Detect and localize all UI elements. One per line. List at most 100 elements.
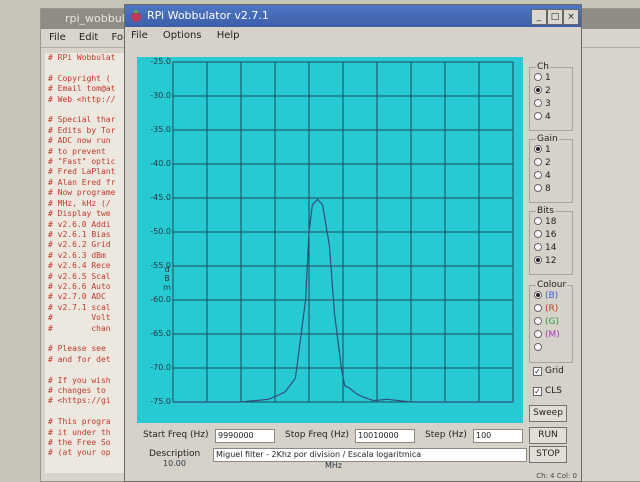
code-line: # the Free So (48, 438, 111, 448)
radio-icon (534, 112, 542, 120)
code-line: # v2.6.1 Bias (48, 229, 111, 239)
source-code-text[interactable]: # RPi Wobbulat # Copyright (# Email tom@… (45, 53, 132, 473)
bits-option-16[interactable]: 16 (534, 229, 556, 242)
step-input[interactable]: 100 (473, 429, 523, 443)
app-titlebar[interactable]: RPi Wobbulator v2.7.1 _ □ × (125, 5, 581, 27)
code-line: # Copyright ( (48, 73, 111, 83)
channel-option-1[interactable]: 1 (534, 72, 551, 85)
code-line: # Please see (48, 344, 106, 354)
radio-selected-icon (534, 256, 542, 264)
radio-icon (534, 317, 542, 325)
code-line: # chan (48, 323, 111, 333)
bg-menu-file[interactable]: File (49, 32, 66, 43)
radio-selected-icon (534, 145, 542, 153)
radio-icon (534, 73, 542, 81)
radio-icon (534, 304, 542, 312)
checkmark-icon: ✓ (533, 387, 542, 396)
bits-option-18[interactable]: 18 (534, 216, 556, 229)
bits-group: Bits 18 16 14 12 (529, 206, 573, 275)
channel-option-3[interactable]: 3 (534, 98, 551, 111)
radio-selected-icon (534, 86, 542, 94)
minimize-button[interactable]: _ (531, 9, 547, 25)
wobbulator-window: RPi Wobbulator v2.7.1 _ □ × File Options… (124, 4, 582, 482)
colour-group-title: Colour (536, 280, 568, 290)
x-axis-label: MHz (325, 461, 343, 470)
bg-menu-edit[interactable]: Edit (79, 32, 98, 43)
description-input[interactable]: Miguel filter - 2Khz por division / Esca… (213, 448, 527, 462)
gain-option-1[interactable]: 1 (534, 144, 551, 157)
channel-option-2[interactable]: 2 (534, 85, 551, 98)
code-line: # v2.7.0 ADC (48, 292, 106, 302)
radio-icon (534, 343, 542, 351)
code-line: # v2.6.3 dBm (48, 250, 106, 260)
run-button[interactable]: RUN (529, 427, 567, 444)
code-line: # This progra (48, 417, 111, 427)
start-freq-input[interactable]: 9990000 (215, 429, 275, 443)
colour-option-green[interactable]: (G) (534, 316, 559, 329)
gain-option-2[interactable]: 2 (534, 157, 551, 170)
radio-icon (534, 158, 542, 166)
channel-option-4[interactable]: 4 (534, 111, 551, 124)
colour-group: Colour (B) (R) (G) (M) (529, 280, 573, 363)
maximize-button[interactable]: □ (547, 9, 563, 25)
status-text: Ch: 4 Col: 0 (536, 472, 577, 480)
code-line: # (at your op (48, 448, 111, 458)
colour-option-red[interactable]: (R) (534, 303, 558, 316)
gain-group: Gain 1 2 4 8 (529, 134, 573, 203)
stop-freq-label: Stop Freq (Hz) (285, 430, 349, 440)
raspberry-icon (131, 10, 141, 22)
code-line: # v2.6.4 Rece (48, 261, 111, 271)
code-line: # Fred LaPlant (48, 167, 116, 177)
code-line: # v2.6.0 Addi (48, 219, 111, 229)
code-line: # v2.6.6 Auto (48, 281, 111, 291)
colour-option-magenta[interactable]: (M) (534, 329, 560, 342)
radio-icon (534, 230, 542, 238)
menu-file[interactable]: File (131, 30, 148, 41)
radio-icon (534, 243, 542, 251)
channel-group: Ch 1 2 3 4 (529, 62, 573, 131)
bits-option-12[interactable]: 12 (534, 255, 556, 268)
code-line: # Email tom@at (48, 84, 116, 94)
radio-icon (534, 330, 542, 338)
code-line: # Web <http:// (48, 94, 116, 104)
code-line: # to prevent (48, 146, 106, 156)
radio-icon (534, 217, 542, 225)
gain-option-8[interactable]: 8 (534, 183, 551, 196)
app-title: RPi Wobbulator v2.7.1 (147, 9, 269, 22)
code-line: # <https://gi (48, 396, 111, 406)
code-line: # Alan Ered fr (48, 177, 116, 187)
code-line: # and for det (48, 354, 111, 364)
cls-checkbox[interactable]: ✓ CLS (533, 385, 562, 398)
code-line: # changes to (48, 386, 106, 395)
app-menubar: File Options Help (125, 27, 581, 45)
sweep-button[interactable]: Sweep (529, 405, 567, 422)
sweep-plot[interactable]: -25.0 -30.0 -35.0 -40.0 -45.0 -50.0 -55.0 -60.0… (137, 57, 523, 470)
plot-canvas (172, 61, 514, 403)
description-label: Description (149, 449, 201, 459)
close-button[interactable]: × (563, 9, 579, 25)
colour-option-5[interactable] (534, 342, 545, 355)
code-line: # Display twe (48, 209, 111, 219)
code-line: # v2.6.2 Grid (48, 240, 111, 250)
gain-option-4[interactable]: 4 (534, 170, 551, 183)
code-line: # Special thar (48, 115, 116, 125)
code-line: # Now programe (48, 188, 116, 198)
grid-checkbox[interactable]: ✓ Grid (533, 365, 564, 378)
code-line: # Edits by Tor (48, 125, 116, 135)
bits-option-14[interactable]: 14 (534, 242, 556, 255)
stop-button[interactable]: STOP (529, 446, 567, 463)
menu-options[interactable]: Options (163, 30, 202, 41)
colour-option-blue[interactable]: (B) (534, 290, 558, 303)
radio-icon (534, 99, 542, 107)
code-line: # Volt (48, 313, 111, 323)
code-line: # MHz, kHz (/ (48, 198, 111, 208)
radio-icon (534, 171, 542, 179)
menu-help[interactable]: Help (217, 30, 240, 41)
stop-freq-input[interactable]: 10010000 (355, 429, 415, 443)
bits-group-title: Bits (536, 206, 555, 216)
code-line: # "Fast" optic (48, 157, 116, 167)
step-label: Step (Hz) (425, 430, 467, 440)
